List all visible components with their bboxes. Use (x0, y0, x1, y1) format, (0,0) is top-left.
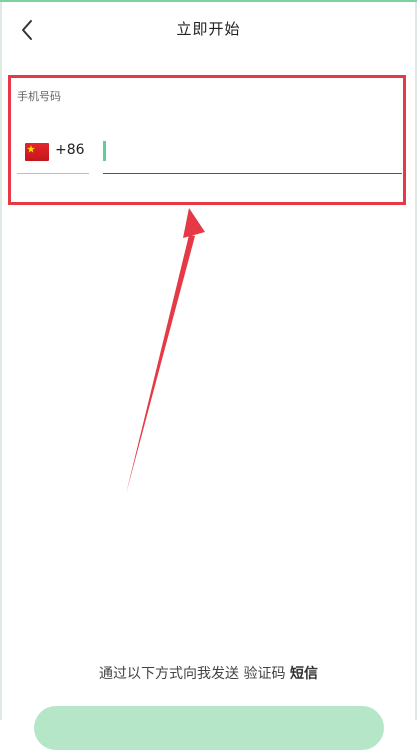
page-title: 立即开始 (176, 20, 241, 38)
phone-number-section: 手机号码 +86 (8, 75, 406, 205)
sms-hint: 通过以下方式向我发送 验证码 短信 (0, 663, 417, 683)
country-code-label: +86 (55, 142, 85, 158)
phone-number-input[interactable] (103, 128, 402, 173)
country-code-selector[interactable]: +86 (17, 128, 89, 174)
sms-hint-text: 通过以下方式向我发送 验证码 (99, 666, 286, 682)
china-flag-icon (25, 143, 49, 161)
header-bar: 立即开始 (0, 0, 417, 60)
continue-button[interactable] (34, 706, 384, 750)
sms-method-link[interactable]: 短信 (290, 666, 318, 682)
phone-number-label: 手机号码 (17, 90, 61, 103)
phone-input-wrapper (103, 128, 402, 174)
